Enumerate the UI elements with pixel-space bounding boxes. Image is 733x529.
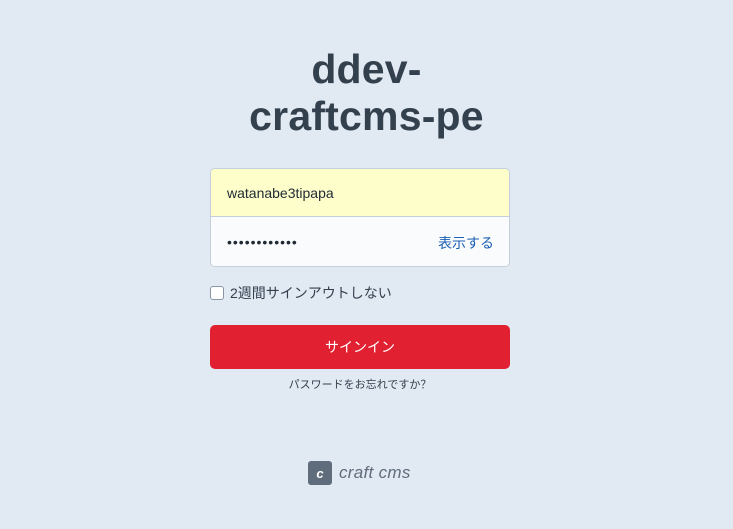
site-title-line2: craftcms-pe (249, 93, 484, 139)
remember-me-label[interactable]: 2週間サインアウトしない (230, 283, 392, 303)
forgot-password-link[interactable]: パスワードをお忘れですか？ (0, 376, 720, 392)
remember-me: 2週間サインアウトしない (210, 283, 392, 303)
craft-cms-logo[interactable]: c craft cms (308, 461, 411, 485)
site-title-line1: ddev- (311, 46, 422, 92)
login-page: ddev- craftcms-pe 表示する 2週間サインアウトしない サインイ… (0, 0, 733, 529)
craft-logo-text: craft cms (339, 463, 411, 482)
craft-logo-icon: c (308, 461, 332, 485)
signin-button[interactable]: サインイン (210, 325, 510, 369)
username-field-wrapper (211, 169, 509, 217)
password-input[interactable] (211, 217, 421, 266)
password-field-wrapper: 表示する (211, 217, 509, 266)
remember-me-checkbox[interactable] (210, 286, 224, 300)
show-password-button[interactable]: 表示する (438, 233, 494, 253)
login-fields: 表示する (210, 168, 510, 267)
username-input[interactable] (211, 169, 509, 216)
site-title: ddev- craftcms-pe (0, 46, 733, 140)
